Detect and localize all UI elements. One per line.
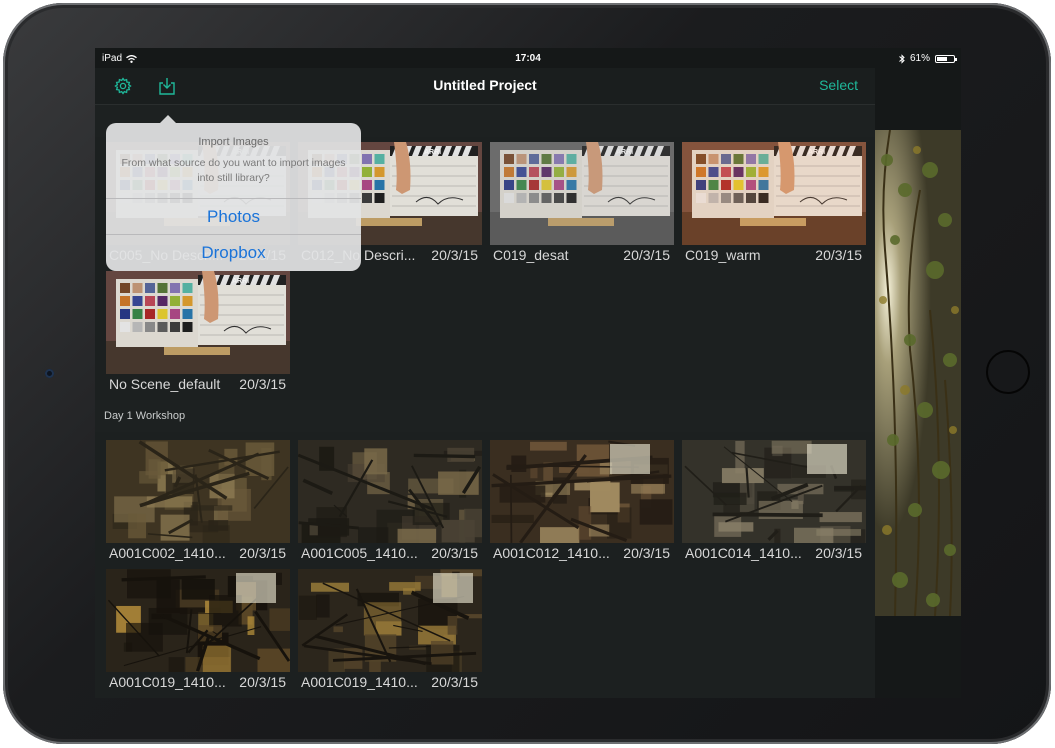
still-caption: No Scene_default 20/3/15 xyxy=(106,375,290,393)
still-caption: A001C019_1410... 20/3/15 xyxy=(106,673,290,691)
section-header-day1: Day 1 Workshop xyxy=(95,400,875,432)
still-thumbnail[interactable] xyxy=(106,569,290,672)
home-button[interactable] xyxy=(986,350,1030,394)
select-button[interactable]: Select xyxy=(819,77,858,93)
battery-icon xyxy=(935,54,957,63)
still-thumbnail[interactable] xyxy=(298,440,482,543)
still-caption: C019_desat 20/3/15 xyxy=(490,246,674,264)
still-thumbnail[interactable]: ARRI xyxy=(106,271,290,374)
still-caption: A001C012_1410... 20/3/15 xyxy=(490,544,674,562)
still-caption: A001C019_1410... 20/3/15 xyxy=(298,673,482,691)
still-name: No Scene_default xyxy=(109,376,221,392)
still-thumbnail[interactable]: ARRI xyxy=(682,142,866,245)
still-name: A001C019_1410... xyxy=(301,674,418,690)
still-caption: A001C005_1410... 20/3/15 xyxy=(298,544,482,562)
still-date: 20/3/15 xyxy=(815,247,862,263)
status-bar: iPad 17:04 61% xyxy=(95,48,961,68)
still-thumbnail[interactable] xyxy=(490,440,674,543)
battery-percent: 61% xyxy=(909,53,930,64)
app-content: Untitled Project Select ARRI C005_No Des… xyxy=(95,68,875,698)
still-name: A001C002_1410... xyxy=(109,545,226,561)
still-name: A001C014_1410... xyxy=(685,545,802,561)
still-name: A001C019_1410... xyxy=(109,674,226,690)
still-name: C019_desat xyxy=(493,247,569,263)
screen: iPad 17:04 61% Untitled Project Select D… xyxy=(95,48,961,698)
still-name: A001C005_1410... xyxy=(301,545,418,561)
still-date: 20/3/15 xyxy=(623,545,670,561)
page-title: Untitled Project xyxy=(433,77,537,93)
still-name: A001C012_1410... xyxy=(493,545,610,561)
still-caption: C019_warm 20/3/15 xyxy=(682,246,866,264)
popover-title: Import Images xyxy=(198,136,269,148)
still-date: 20/3/15 xyxy=(623,247,670,263)
still-caption: A001C002_1410... 20/3/15 xyxy=(106,544,290,562)
still-date: 20/3/15 xyxy=(239,674,286,690)
status-time: 17:04 xyxy=(515,53,541,64)
popover-message: From what source do you want to import i… xyxy=(121,157,346,184)
still-date: 20/3/15 xyxy=(431,674,478,690)
navigation-bar: Untitled Project Select xyxy=(95,68,875,105)
still-date: 20/3/15 xyxy=(239,376,286,392)
still-thumbnail[interactable] xyxy=(106,440,290,543)
still-date: 20/3/15 xyxy=(431,545,478,561)
still-date: 20/3/15 xyxy=(239,545,286,561)
front-camera xyxy=(45,369,54,378)
import-photos-button[interactable]: Photos xyxy=(106,198,361,235)
bluetooth-icon xyxy=(899,53,905,64)
still-caption: A001C014_1410... 20/3/15 xyxy=(682,544,866,562)
import-dropbox-button[interactable]: Dropbox xyxy=(106,234,361,271)
still-name: C019_warm xyxy=(685,247,761,263)
still-thumbnail[interactable]: ARRI xyxy=(490,142,674,245)
still-date: 20/3/15 xyxy=(815,545,862,561)
side-preview-image xyxy=(875,130,961,616)
import-images-popover: Import Images From what source do you wa… xyxy=(106,115,361,271)
still-thumbnail[interactable] xyxy=(298,569,482,672)
still-date: 20/3/15 xyxy=(431,247,478,263)
still-thumbnail[interactable] xyxy=(682,440,866,543)
